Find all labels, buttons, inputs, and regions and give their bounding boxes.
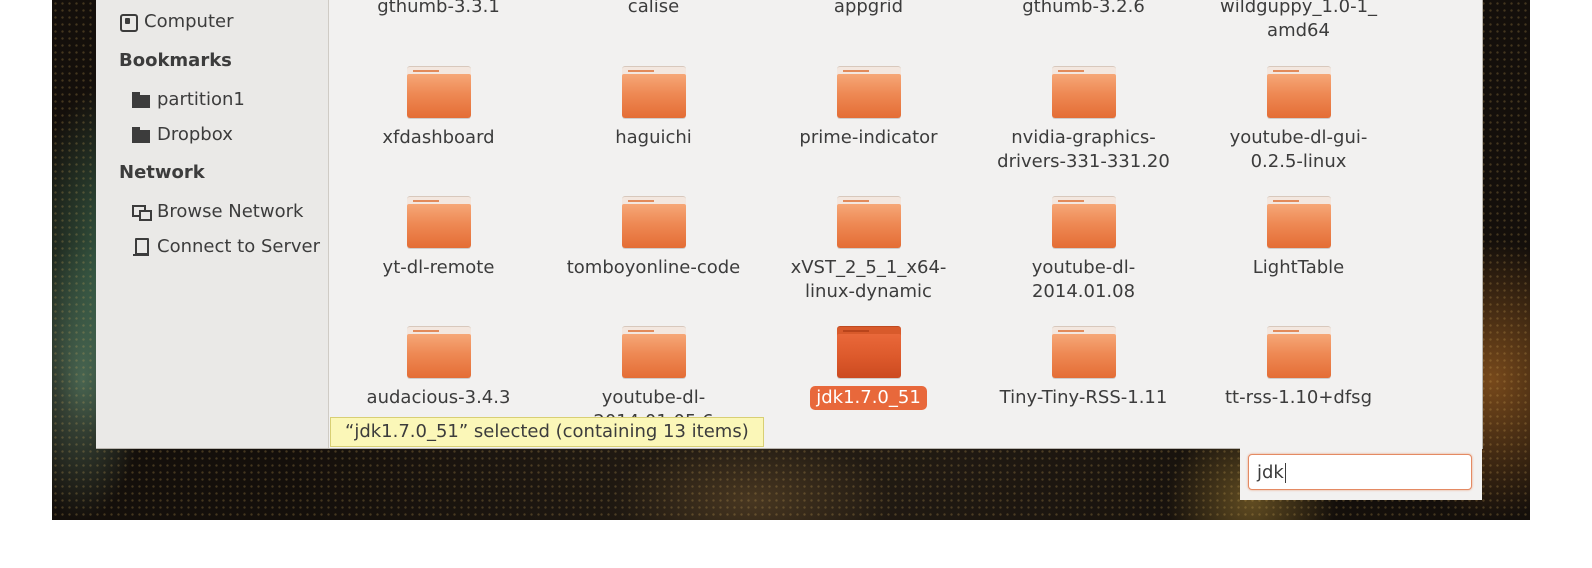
folder-icon xyxy=(621,196,686,248)
folder-label: tt-rss-1.10+dfsg xyxy=(1225,387,1372,408)
bookmarks-heading: Bookmarks xyxy=(119,50,232,71)
folder-item[interactable]: tomboyonline-code xyxy=(546,196,761,280)
folder-label: youtube-dl- 2014.01.08 xyxy=(1031,257,1136,302)
folder-label: xfdashboard xyxy=(382,127,495,148)
folder-item[interactable]: Tiny-Tiny-RSS-1.11 xyxy=(976,326,1191,410)
folder-label: prime-indicator xyxy=(799,127,938,148)
folder-item[interactable]: LightTable xyxy=(1191,196,1406,280)
folder-item[interactable]: nvidia-graphics- drivers-331-331.20 xyxy=(976,66,1191,174)
sidebar-item-dropbox[interactable]: Dropbox xyxy=(131,124,233,145)
folder-label: audacious-3.4.3 xyxy=(366,387,511,408)
folder-item[interactable]: wildguppy_1.0-1_ amd64 xyxy=(1191,0,1406,43)
folder-icon xyxy=(406,326,471,378)
folder-icon xyxy=(836,66,901,118)
folder-icon xyxy=(131,125,151,145)
folder-label: wildguppy_1.0-1_ amd64 xyxy=(1219,0,1378,41)
folder-label: Tiny-Tiny-RSS-1.11 xyxy=(999,387,1168,408)
folder-icon xyxy=(131,90,151,110)
sidebar-item-label: partition1 xyxy=(157,89,245,110)
folder-icon xyxy=(1266,326,1331,378)
folder-item[interactable]: audacious-3.4.3 xyxy=(331,326,546,410)
folder-item[interactable]: yt-dl-remote xyxy=(331,196,546,280)
computer-icon xyxy=(118,12,138,32)
search-input[interactable]: jdk xyxy=(1248,454,1472,490)
folder-icon xyxy=(836,196,901,248)
folder-item[interactable]: youtube-dl- 2014.01.08 xyxy=(976,196,1191,304)
sidebar-item-label: Computer xyxy=(144,11,234,32)
folder-icon xyxy=(836,326,901,378)
folder-icon xyxy=(406,66,471,118)
folder-label: nvidia-graphics- drivers-331-331.20 xyxy=(997,127,1170,172)
folder-label: youtube-dl-gui- 0.2.5-linux xyxy=(1229,127,1368,172)
sidebar-item-connect-to-server[interactable]: Connect to Server xyxy=(131,236,320,257)
folder-icon xyxy=(1051,326,1116,378)
folder-item[interactable]: prime-indicator xyxy=(761,66,976,150)
folder-label: yt-dl-remote xyxy=(382,257,495,278)
type-ahead-search: jdk xyxy=(1240,447,1482,500)
sidebar-item-label: Connect to Server xyxy=(157,236,320,257)
folder-icon xyxy=(1266,66,1331,118)
folder-icon xyxy=(621,326,686,378)
folder-label: xVST_2_5_1_x64- linux-dynamic xyxy=(790,257,947,302)
file-manager-window: Computer Bookmarks partition1 Dropbox Ne… xyxy=(96,0,1483,449)
sidebar-item-label: Dropbox xyxy=(157,124,233,145)
search-value: jdk xyxy=(1257,462,1284,483)
folder-label: calise xyxy=(627,0,680,17)
sidebar-item-browse-network[interactable]: Browse Network xyxy=(131,201,303,222)
folder-icon xyxy=(406,196,471,248)
sidebar-item-label: Browse Network xyxy=(157,201,304,222)
folder-label: haguichi xyxy=(615,127,692,148)
server-icon xyxy=(131,237,151,257)
folder-icon xyxy=(1051,66,1116,118)
folder-item[interactable]: calise xyxy=(546,0,761,19)
folder-item[interactable]: youtube-dl-gui- 0.2.5-linux xyxy=(1191,66,1406,174)
folder-item[interactable]: appgrid xyxy=(761,0,976,19)
network-icon xyxy=(131,202,152,222)
folder-item[interactable]: gthumb-3.3.1 xyxy=(331,0,546,19)
sidebar-item-partition1[interactable]: partition1 xyxy=(131,89,245,110)
folder-icon xyxy=(1266,196,1331,248)
file-grid: gthumb-3.3.1 calise appgrid gthumb-3.2.6… xyxy=(329,0,1482,448)
sidebar-item-computer[interactable]: Computer xyxy=(118,11,233,32)
network-heading: Network xyxy=(119,162,205,183)
folder-item[interactable]: gthumb-3.2.6 xyxy=(976,0,1191,19)
folder-label: LightTable xyxy=(1252,257,1345,278)
folder-label: appgrid xyxy=(833,0,904,17)
text-caret xyxy=(1284,463,1286,483)
folder-icon xyxy=(621,66,686,118)
status-bar: “jdk1.7.0_51” selected (containing 13 it… xyxy=(330,417,764,447)
folder-label: tomboyonline-code xyxy=(566,257,741,278)
folder-label: jdk1.7.0_51 xyxy=(810,386,927,410)
sidebar: Computer Bookmarks partition1 Dropbox Ne… xyxy=(96,0,329,448)
folder-item-selected[interactable]: jdk1.7.0_51 xyxy=(761,326,976,410)
folder-label: gthumb-3.3.1 xyxy=(377,0,500,17)
folder-icon xyxy=(1051,196,1116,248)
folder-item[interactable]: tt-rss-1.10+dfsg xyxy=(1191,326,1406,410)
folder-label: gthumb-3.2.6 xyxy=(1022,0,1145,17)
folder-item[interactable]: xfdashboard xyxy=(331,66,546,150)
folder-item[interactable]: haguichi xyxy=(546,66,761,150)
folder-item[interactable]: xVST_2_5_1_x64- linux-dynamic xyxy=(761,196,976,304)
